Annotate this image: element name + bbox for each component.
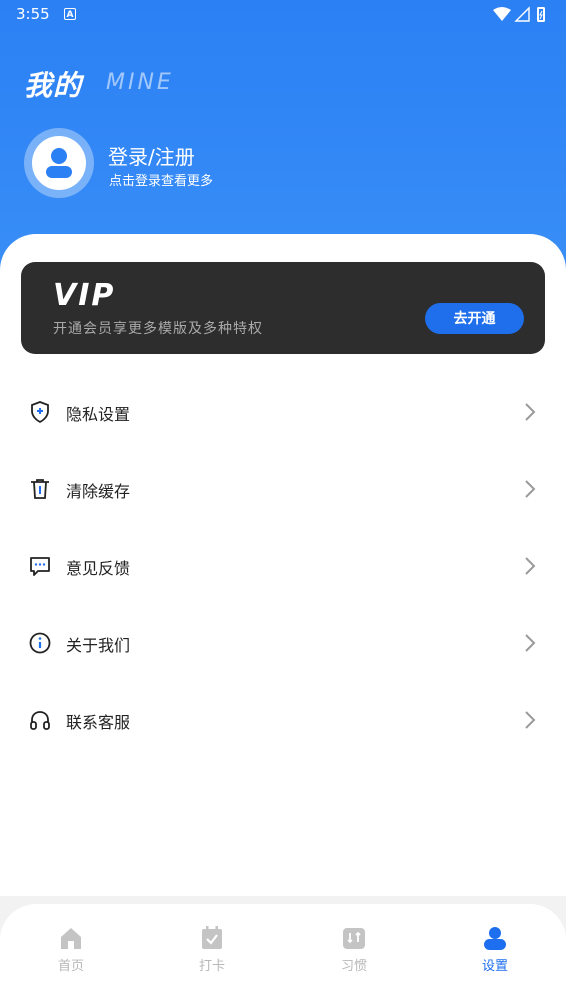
vip-logo-text: VIP	[53, 280, 115, 308]
nav-label-settings: 设置	[481, 959, 508, 974]
chevron-right-icon	[525, 634, 536, 652]
nav-tab-home[interactable]: 首页	[31, 926, 111, 976]
menu-item-privacy[interactable]: 隐私设置	[0, 373, 566, 450]
nav-tab-checkin[interactable]: 打卡	[172, 926, 252, 976]
wifi-signal-battery-icon	[493, 6, 545, 22]
menu-item-customer-service[interactable]: 联系客服	[0, 681, 566, 758]
vip-description: 开通会员享更多模版及多种特权	[53, 321, 263, 337]
menu-label-customer-service: 联系客服	[66, 713, 131, 732]
habit-icon	[343, 928, 365, 949]
vip-logo: VIP	[53, 280, 115, 308]
headset-icon	[30, 711, 50, 730]
nav-label-home: 首页	[57, 959, 84, 974]
menu-label-privacy: 隐私设置	[66, 405, 131, 424]
nav-tab-habit[interactable]: 习惯	[314, 926, 394, 976]
nav-label-habit: 习惯	[340, 959, 367, 974]
home-icon	[61, 928, 81, 949]
login-register-link[interactable]: 登录/注册	[108, 141, 195, 170]
chevron-right-icon	[525, 557, 536, 575]
notification-icon: A	[64, 8, 76, 20]
status-bar: 3:55 A	[0, 0, 566, 30]
trash-icon	[31, 479, 49, 499]
avatar-circle	[32, 136, 86, 190]
shield-icon	[31, 401, 49, 424]
checkin-icon	[202, 926, 222, 949]
menu-item-clear-cache[interactable]: 清除缓存	[0, 450, 566, 527]
avatar[interactable]	[24, 128, 94, 198]
activate-vip-button[interactable]: 去开通	[425, 303, 524, 334]
menu-label-feedback: 意见反馈	[66, 559, 131, 578]
page-title: 我的	[24, 69, 83, 102]
status-icons	[492, 6, 552, 28]
menu-item-feedback[interactable]: 意见反馈	[0, 527, 566, 604]
login-hint: 点击登录查看更多	[109, 174, 214, 189]
chevron-right-icon	[525, 403, 536, 421]
nav-label-checkin: 打卡	[198, 959, 225, 974]
chevron-right-icon	[525, 711, 536, 729]
user-icon	[46, 148, 72, 178]
page-subtitle: MINE	[106, 70, 174, 95]
menu-item-about[interactable]: 关于我们	[0, 604, 566, 681]
vip-card[interactable]: VIP 开通会员享更多模版及多种特权 去开通	[21, 262, 545, 354]
chevron-right-icon	[525, 480, 536, 498]
nav-tab-settings[interactable]: 设置	[455, 926, 535, 976]
info-icon	[29, 632, 51, 654]
menu-label-clear-cache: 清除缓存	[66, 482, 131, 501]
settings-user-icon	[484, 927, 506, 950]
status-time: 3:55	[16, 5, 50, 23]
feedback-icon	[30, 557, 50, 576]
menu-label-about: 关于我们	[66, 636, 131, 655]
